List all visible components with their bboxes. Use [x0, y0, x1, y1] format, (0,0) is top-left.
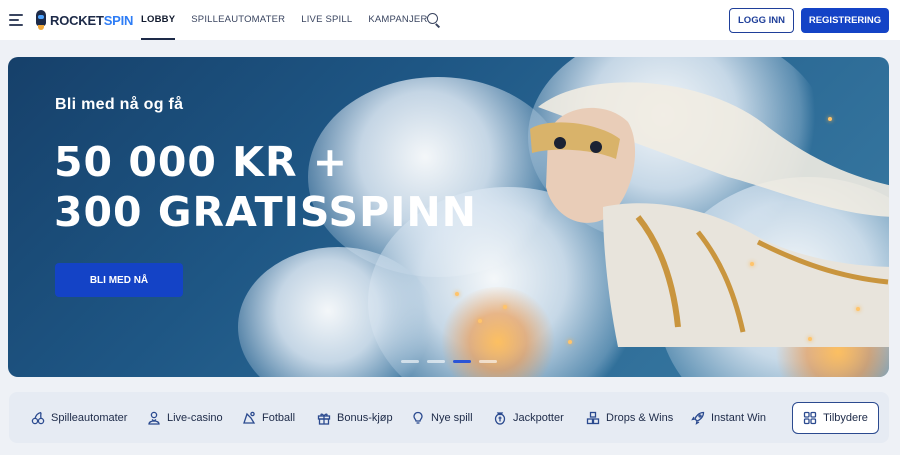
spark-decoration [750, 262, 754, 266]
spark-decoration [568, 340, 572, 344]
main-nav: LOBBY SPILLEAUTOMATER LIVE SPILL KAMPANJ… [141, 0, 444, 40]
category-live-casino[interactable]: Live-casino [147, 410, 223, 426]
logo-text-rocket: ROCKET [50, 12, 104, 28]
providers-label: Tilbydere [823, 412, 868, 424]
grid-icon [803, 411, 817, 425]
blocks-icon [586, 411, 600, 425]
category-label: Fotball [262, 412, 296, 424]
rocket-logo-icon [34, 10, 48, 30]
category-label: Jackpotter [513, 412, 564, 424]
spark-decoration [828, 117, 832, 121]
spark-decoration [478, 319, 482, 323]
category-label: Live-casino [167, 412, 223, 424]
category-spilleautomater[interactable]: Spilleautomater [31, 410, 127, 426]
providers-button[interactable]: Tilbydere [792, 402, 879, 434]
login-button[interactable]: LOGG INN [729, 8, 794, 33]
carousel-dot-active[interactable] [453, 360, 471, 363]
lightbulb-icon [411, 411, 425, 425]
dealer-icon [147, 411, 161, 425]
category-nye-spill[interactable]: Nye spill [411, 410, 473, 426]
carousel-pagination [401, 360, 505, 363]
category-drops-wins[interactable]: Drops & Wins [586, 410, 673, 426]
carousel-dot[interactable] [479, 360, 497, 363]
category-fotball[interactable]: Fotball [242, 410, 295, 426]
spark-decoration [455, 292, 459, 296]
nav-spilleautomater[interactable]: SPILLEAUTOMATER [191, 0, 285, 40]
register-button[interactable]: REGISTRERING [801, 8, 889, 33]
category-label: Bonus-kjøp [337, 412, 393, 424]
nav-live-spill[interactable]: LIVE SPILL [301, 0, 352, 40]
category-bar: Spilleautomater Live-casino Fotball Bonu… [9, 392, 889, 443]
category-instant-win[interactable]: Instant Win [691, 410, 766, 426]
football-icon [242, 411, 256, 425]
gift-icon [317, 411, 331, 425]
hero-banner[interactable]: Bli med nå og få 50 000 KR + 300 GRATISS… [8, 57, 889, 377]
superhero-illustration [530, 82, 889, 347]
category-label: Instant Win [711, 412, 767, 424]
rocket-icon [691, 411, 705, 425]
join-now-button[interactable]: BLI MED NÅ [55, 263, 183, 297]
hero-title: 50 000 KR + 300 GRATISSPINN [54, 137, 477, 237]
coin-icon [493, 411, 507, 425]
spark-decoration [856, 307, 860, 311]
category-bonus-kjop[interactable]: Bonus-kjøp [317, 410, 393, 426]
top-header: ROCKETSPIN LOBBY SPILLEAUTOMATER LIVE SP… [0, 0, 900, 40]
category-label: Spilleautomater [51, 412, 128, 424]
hero-title-line-1: 50 000 KR + [54, 138, 349, 186]
logo-text-spin: SPIN [103, 12, 134, 28]
cherries-icon [31, 411, 45, 425]
carousel-dot[interactable] [401, 360, 419, 363]
spark-decoration [808, 337, 812, 341]
spark-decoration [503, 305, 507, 309]
rocketspin-logo[interactable]: ROCKETSPIN [34, 9, 133, 31]
hamburger-menu-icon[interactable] [9, 14, 23, 26]
search-icon[interactable] [427, 13, 441, 28]
carousel-dot[interactable] [427, 360, 445, 363]
category-jackpotter[interactable]: Jackpotter [493, 410, 564, 426]
nav-kampanjer[interactable]: KAMPANJER [368, 0, 427, 40]
category-label: Drops & Wins [606, 412, 674, 424]
hero-subtitle: Bli med nå og få [55, 96, 184, 113]
category-label: Nye spill [431, 412, 473, 424]
nav-lobby[interactable]: LOBBY [141, 0, 176, 40]
hero-title-line-2: 300 GRATISSPINN [54, 188, 477, 236]
